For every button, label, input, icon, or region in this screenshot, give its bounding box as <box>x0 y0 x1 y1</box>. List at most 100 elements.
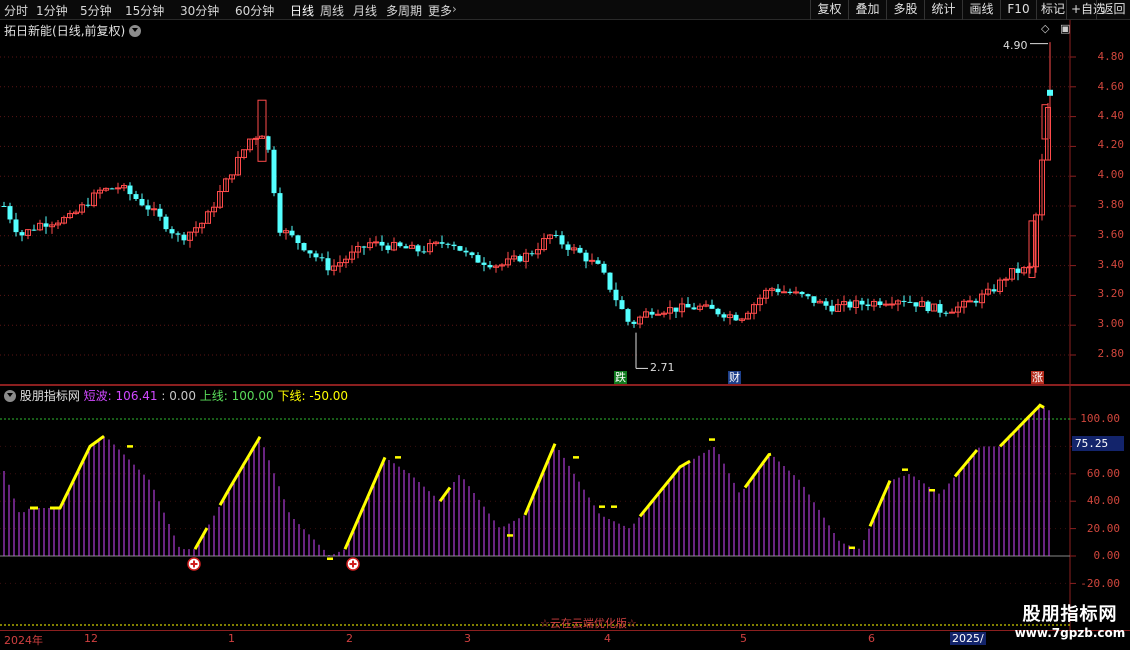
candle-body <box>181 234 187 241</box>
date-label: 4 <box>604 632 611 645</box>
badge-zhang[interactable]: 涨 <box>1031 371 1044 384</box>
fuquan-button[interactable]: 复权 <box>810 0 848 20</box>
candle-body <box>673 307 679 312</box>
multi-stock-button[interactable]: 多股 <box>886 0 924 20</box>
candle-body <box>445 243 451 245</box>
candle-body <box>553 235 559 237</box>
candle-body <box>799 291 805 295</box>
period-tab-30min[interactable]: 30分钟 <box>180 2 219 19</box>
f10-button[interactable]: F10 <box>1000 0 1036 20</box>
price-tick: 4.80 <box>1097 50 1125 63</box>
period-tab-monthly[interactable]: 月线 <box>353 2 377 19</box>
candle-body <box>787 291 793 293</box>
indicator-tick: 60.00 <box>1086 467 1120 480</box>
candle-body <box>361 246 367 248</box>
indicator-title: 股朋指标网 短波: 106.41 : 0.00 上线: 100.00 下线: -… <box>4 387 348 404</box>
candle-body <box>289 230 295 236</box>
date-label: 12 <box>84 632 98 645</box>
signal-segment <box>638 459 691 518</box>
candle-body <box>691 307 697 310</box>
period-tab-fenshi[interactable]: 分时 <box>4 2 28 19</box>
signal-segment <box>193 527 209 550</box>
candle-body <box>31 229 37 231</box>
main-title: 拓日新能(日线,前复权) <box>4 22 142 39</box>
candle-body <box>139 198 145 206</box>
back-button[interactable]: 返回 <box>1096 0 1130 20</box>
candle-body <box>151 208 157 211</box>
candle-body <box>1027 266 1033 269</box>
badge-cai[interactable]: 财 <box>728 371 741 384</box>
period-tab-15min[interactable]: 15分钟 <box>125 2 164 19</box>
candle-body <box>325 258 331 271</box>
candle-body <box>613 289 619 301</box>
panel-toggle-icon[interactable]: ▣ <box>1060 22 1070 35</box>
signal-segment <box>743 452 772 489</box>
upper-line-value: 100.00 <box>231 389 274 403</box>
upper-line-label: 上线: <box>199 389 228 403</box>
add-watchlist-button[interactable]: +自选 <box>1066 0 1105 20</box>
candle-body <box>1047 89 1053 96</box>
period-tab-60min[interactable]: 60分钟 <box>235 2 274 19</box>
candle-body <box>403 246 409 249</box>
candle-body <box>109 188 115 190</box>
candle-body <box>889 303 895 306</box>
candlestick-chart[interactable] <box>0 20 1130 385</box>
indicator-chart[interactable] <box>0 385 1130 630</box>
mark-button[interactable]: 标记 <box>1036 0 1066 20</box>
candle-body <box>385 245 391 250</box>
candle-body <box>991 289 997 292</box>
more-chevron-icon[interactable]: › <box>452 2 457 16</box>
candle-body <box>469 252 475 256</box>
price-tick: 3.20 <box>1097 287 1125 300</box>
period-tab-1min[interactable]: 1分钟 <box>36 2 68 19</box>
candle-body <box>565 244 571 250</box>
candle-body <box>577 247 583 253</box>
period-tab-5min[interactable]: 5分钟 <box>80 2 112 19</box>
signal-segment <box>50 434 105 510</box>
low-price-marker: 2.71 <box>650 361 675 374</box>
candle-body <box>127 185 133 195</box>
candle-body <box>907 301 913 303</box>
stock-name: 拓日新能 <box>4 24 53 38</box>
high-price-marker: 4.90 <box>1003 39 1028 52</box>
candle-body <box>397 242 403 247</box>
candle-body <box>301 243 307 251</box>
candle-body <box>913 302 919 307</box>
candle-body <box>529 253 535 255</box>
overlay-button[interactable]: 叠加 <box>848 0 886 20</box>
indicator-menu-icon[interactable] <box>4 390 16 402</box>
period-tab-more[interactable]: 更多 <box>428 2 452 19</box>
date-label: 2025/ <box>950 632 986 645</box>
candle-body <box>949 311 955 314</box>
price-tick: 4.20 <box>1097 138 1125 151</box>
candle-body <box>13 219 19 233</box>
candle-body <box>451 244 457 247</box>
candle-body <box>415 245 421 252</box>
price-tick: 4.60 <box>1097 80 1125 93</box>
current-value-badge: 75.25 <box>1072 436 1124 451</box>
period-tab-multi[interactable]: 多周期 <box>386 2 422 19</box>
dropdown-icon[interactable] <box>129 25 142 37</box>
candle-body <box>685 303 691 308</box>
period-tab-daily[interactable]: 日线 <box>290 2 314 19</box>
candle-body <box>715 308 721 315</box>
indicator-tick: -20.00 <box>1080 577 1120 590</box>
statistics-button[interactable]: 统计 <box>924 0 962 20</box>
chart-mode: (日线,前复权) <box>52 24 126 38</box>
short-wave-label: 短波: <box>83 389 112 403</box>
candle-body <box>271 149 277 194</box>
candle-body <box>811 296 817 303</box>
draw-line-button[interactable]: 画线 <box>962 0 1000 20</box>
candle-body <box>43 223 49 227</box>
sep-value: : 0.00 <box>161 389 196 403</box>
candle-body <box>439 242 445 244</box>
badge-die[interactable]: 跌 <box>614 371 627 384</box>
period-tab-weekly[interactable]: 周线 <box>320 2 344 19</box>
diamond-icon[interactable]: ◇ <box>1041 22 1049 35</box>
date-label: 3 <box>464 632 471 645</box>
candle-body <box>847 301 853 308</box>
candle-body <box>775 288 781 293</box>
candle-body <box>805 294 811 297</box>
candle-body <box>631 321 637 324</box>
date-axis: 2024年 12 1 2 3 4 5 6 2025/ <box>0 630 1130 650</box>
